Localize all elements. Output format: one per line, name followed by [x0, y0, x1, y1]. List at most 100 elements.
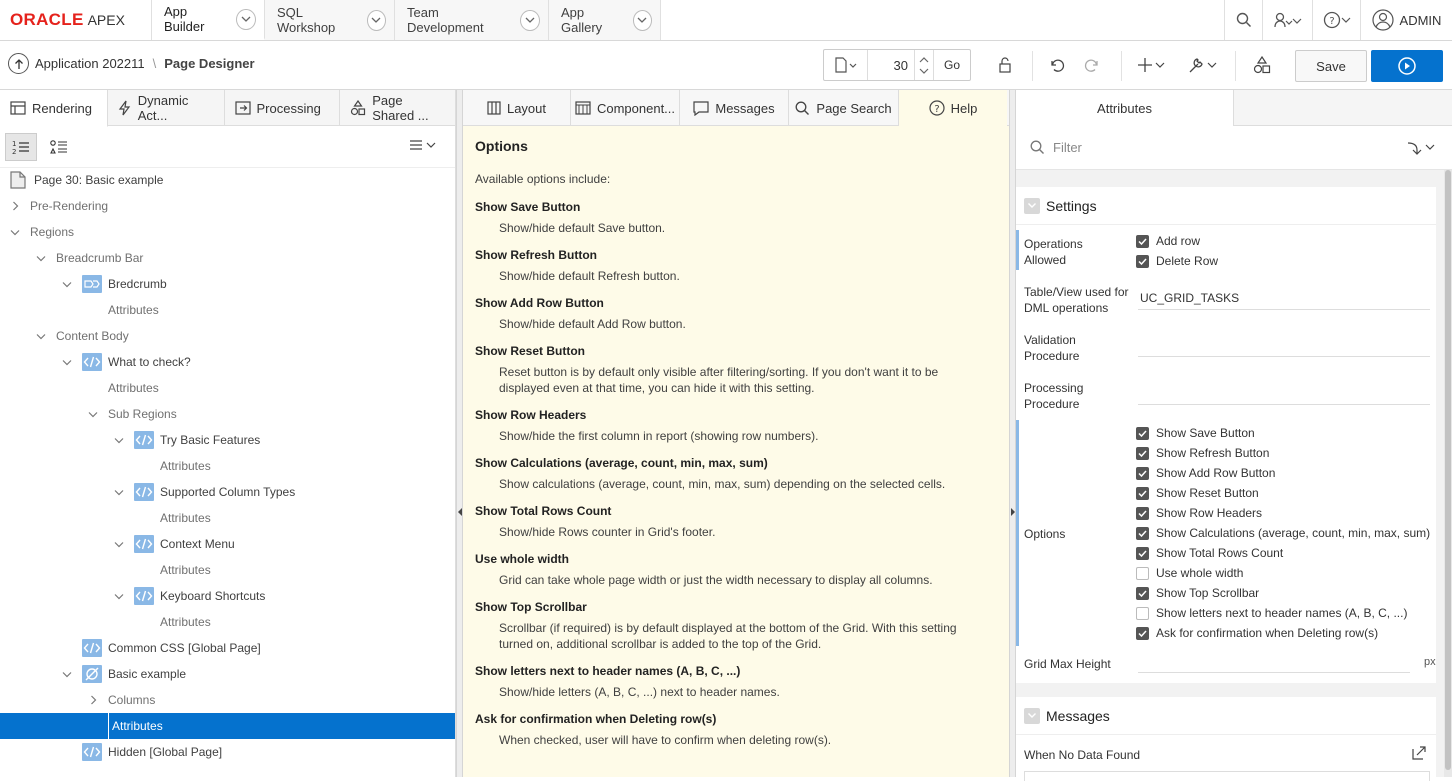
chevron-down-icon[interactable] [60, 281, 74, 288]
tab-app-builder[interactable]: App Builder [152, 0, 265, 40]
chevron-down-icon[interactable] [34, 333, 48, 340]
tab-sql-workshop[interactable]: SQL Workshop [265, 0, 395, 40]
help-menu-button[interactable]: ? [1312, 0, 1360, 40]
chevron-down-icon[interactable] [112, 437, 126, 444]
tree-menu-button[interactable] [409, 139, 437, 156]
tab-team-development[interactable]: Team Development [395, 0, 549, 40]
checkbox-option[interactable]: Show Add Row Button [1136, 466, 1275, 480]
chevron-down-icon[interactable] [236, 8, 256, 30]
tab-component-view[interactable]: Component... [571, 90, 680, 126]
tree-view-button[interactable]: 12 [5, 132, 37, 161]
checkbox-option[interactable]: Show letters next to header names (A, B,… [1136, 606, 1407, 620]
tree-node[interactable]: Attributes [0, 453, 455, 479]
chevron-down-icon[interactable] [60, 671, 74, 678]
shared-components-button[interactable] [1250, 50, 1274, 80]
page-number-input[interactable]: 30 [868, 50, 914, 80]
tree-node[interactable]: Context Menu [0, 531, 455, 557]
page-type-dropdown[interactable] [824, 50, 868, 80]
checkbox-option[interactable]: Show Calculations (average, count, min, … [1136, 526, 1430, 540]
checkbox-checked-icon[interactable] [1136, 526, 1149, 540]
tab-messages[interactable]: Messages [680, 90, 789, 126]
arrow-up-icon[interactable] [8, 53, 29, 74]
tree-node[interactable]: Columns [0, 687, 455, 713]
tree-node[interactable]: Hidden [Global Page] [0, 739, 455, 765]
tree-node-selected[interactable]: Attributes [0, 713, 455, 739]
tree-node[interactable]: Attributes [0, 505, 455, 531]
chevron-down-icon[interactable] [112, 489, 126, 496]
messages-header[interactable]: Messages [1016, 697, 1436, 735]
checkbox-checked-icon[interactable] [1136, 466, 1149, 480]
chevron-down-icon[interactable] [919, 67, 929, 75]
tree-node[interactable]: Attributes [0, 557, 455, 583]
checkbox-option[interactable]: Show Top Scrollbar [1136, 586, 1259, 600]
tab-dynamic-actions[interactable]: Dynamic Act... [108, 90, 225, 126]
checkbox-option[interactable]: Add row [1136, 234, 1200, 248]
application-link[interactable]: Application 202211 [35, 56, 145, 71]
tab-page-shared-components[interactable]: Page Shared ... [340, 90, 455, 126]
checkbox-checked-icon[interactable] [1136, 486, 1149, 500]
checkbox-option[interactable]: Show Total Rows Count [1136, 546, 1283, 560]
undo-button[interactable] [1045, 50, 1069, 80]
collapse-icon[interactable] [1024, 707, 1040, 724]
tree-node[interactable]: Attributes [0, 375, 455, 401]
collapse-icon[interactable] [1024, 197, 1040, 214]
chevron-down-icon[interactable] [520, 9, 540, 31]
checkbox-checked-icon[interactable] [1136, 546, 1149, 560]
checkbox-option[interactable]: Show Row Headers [1136, 506, 1262, 520]
tree-node[interactable]: Attributes [0, 297, 455, 323]
chevron-up-icon[interactable] [919, 56, 929, 64]
chevron-down-icon[interactable] [112, 593, 126, 600]
redo-button[interactable] [1080, 50, 1104, 80]
page-number-stepper[interactable] [914, 50, 934, 80]
chevron-right-icon[interactable] [8, 201, 22, 211]
tab-layout[interactable]: Layout [463, 90, 571, 126]
create-menu-button[interactable] [1134, 50, 1170, 80]
tree-node[interactable]: What to check? [0, 349, 455, 375]
tab-help[interactable]: ? Help [899, 90, 1007, 127]
tree-node[interactable]: Page 30: Basic example [0, 167, 455, 193]
chevron-right-icon[interactable] [86, 695, 100, 705]
checkbox-checked-icon[interactable] [1136, 626, 1149, 640]
tab-rendering[interactable]: Rendering [0, 90, 108, 127]
checkbox-unchecked-icon[interactable] [1136, 606, 1149, 620]
tree-node[interactable]: Pre-Rendering [0, 193, 455, 219]
expand-editor-button[interactable] [1411, 745, 1427, 764]
admin-account-button[interactable]: ADMIN [1360, 0, 1452, 40]
tree-node[interactable]: Content Body [0, 323, 455, 349]
chevron-down-icon[interactable] [34, 255, 48, 262]
tab-app-gallery[interactable]: App Gallery [549, 0, 661, 40]
tab-page-search[interactable]: Page Search [789, 90, 899, 126]
checkbox-option[interactable]: Show Refresh Button [1136, 446, 1269, 460]
tree-node[interactable]: Common CSS [Global Page] [0, 635, 455, 661]
checkbox-checked-icon[interactable] [1136, 426, 1149, 440]
filter-input[interactable]: Filter [1053, 140, 1082, 155]
right-splitter[interactable] [1009, 90, 1016, 777]
checkbox-option[interactable]: Show Save Button [1136, 426, 1255, 440]
user-menu-button[interactable] [1262, 0, 1312, 40]
left-splitter[interactable] [456, 90, 463, 777]
checkbox-checked-icon[interactable] [1136, 506, 1149, 520]
utilities-menu-button[interactable] [1184, 50, 1222, 80]
checkbox-checked-icon[interactable] [1136, 234, 1149, 248]
checkbox-option[interactable]: Ask for confirmation when Deleting row(s… [1136, 626, 1378, 640]
checkbox-option[interactable]: Show Reset Button [1136, 486, 1259, 500]
run-button[interactable] [1371, 50, 1443, 82]
tree-node[interactable]: Basic example [0, 661, 455, 687]
lock-page-button[interactable] [992, 50, 1018, 80]
checkbox-checked-icon[interactable] [1136, 446, 1149, 460]
attributes-scrollbar[interactable] [1444, 170, 1452, 777]
checkbox-checked-icon[interactable] [1136, 586, 1149, 600]
checkbox-checked-icon[interactable] [1136, 254, 1149, 268]
chevron-down-icon[interactable] [8, 229, 22, 236]
tree-node[interactable]: Sub Regions [0, 401, 455, 427]
tree-node[interactable]: Regions [0, 219, 455, 245]
chevron-down-icon[interactable] [60, 359, 74, 366]
chevron-down-icon[interactable] [366, 9, 386, 31]
component-view-button[interactable] [43, 133, 75, 161]
oracle-apex-logo[interactable]: ORACLE APEX [0, 0, 152, 40]
chevron-down-icon[interactable] [632, 9, 652, 31]
tree-node[interactable]: Supported Column Types [0, 479, 455, 505]
go-button[interactable]: Go [934, 50, 970, 80]
tree-node[interactable]: Attributes [0, 609, 455, 635]
tab-attributes[interactable]: Attributes [1016, 90, 1234, 127]
